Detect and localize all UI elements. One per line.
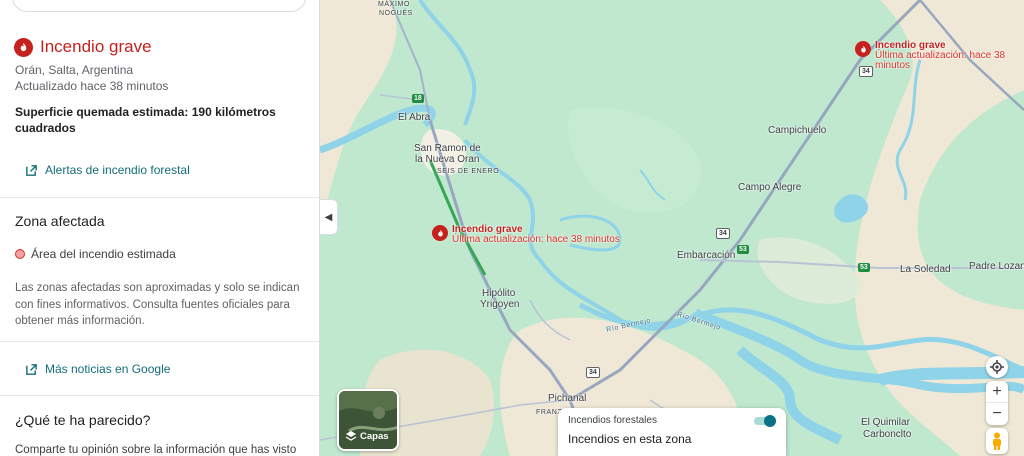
layers-label: Capas — [360, 430, 389, 442]
route-shield: 34 — [586, 367, 600, 378]
collapse-panel-button[interactable]: ◀ — [320, 199, 338, 235]
alerts-link-label: Alertas de incendio forestal — [45, 163, 190, 177]
place-label: Carbonclto — [863, 429, 912, 440]
place-label: Yrigoyen — [480, 299, 520, 310]
fire-marker[interactable]: Incendio grave Última actualización: hac… — [855, 41, 1024, 71]
place-label: Hipólito — [482, 288, 516, 299]
location-text: Orán, Salta, Argentina — [15, 63, 134, 77]
my-location-button[interactable] — [986, 356, 1008, 378]
place-label: El Quimilar — [861, 417, 910, 428]
place-label: El Abra — [398, 112, 431, 123]
feedback-title: ¿Qué te ha parecido? — [15, 412, 151, 428]
place-label: Embarcación — [677, 250, 736, 261]
legend-label: Área del incendio estimada — [31, 247, 176, 261]
news-link-label: Más noticias en Google — [45, 362, 171, 376]
wildfire-layer-card: Incendios forestales Incendios en esta z… — [558, 408, 786, 456]
locate-icon — [990, 360, 1004, 374]
feedback-text: Comparte tu opinión sobre la información… — [15, 444, 297, 456]
divider — [0, 395, 319, 396]
zoom-out-button[interactable]: − — [986, 403, 1008, 425]
divider — [0, 197, 319, 198]
panel-title: Incendio grave — [40, 37, 152, 56]
plus-icon: + — [992, 382, 1002, 400]
pegman-icon — [993, 432, 1001, 450]
updated-text: Actualizado hace 38 minutos — [15, 79, 169, 93]
place-label: la Nueva Oran — [415, 154, 480, 165]
route-shield: 53 — [737, 245, 749, 254]
place-label: Pichanal — [548, 393, 587, 404]
fire-icon — [14, 37, 33, 57]
layers-button[interactable]: Capas — [337, 389, 399, 451]
place-label: Padre Lozano — [969, 261, 1024, 272]
place-label: Campo Alegre — [738, 182, 802, 193]
wildfire-layer-toggle[interactable] — [754, 415, 776, 427]
place-label: La Soledad — [900, 264, 951, 275]
fire-area-swatch — [15, 249, 25, 259]
search-box[interactable] — [12, 0, 306, 12]
wildfire-layer-label: Incendios forestales — [568, 415, 657, 426]
zone-title: Zona afectada — [15, 213, 105, 229]
zoom-control: + − — [986, 381, 1008, 425]
external-link-icon — [26, 164, 37, 176]
zoom-in-button[interactable]: + — [986, 381, 1008, 403]
fire-icon — [432, 225, 448, 241]
layers-icon — [345, 431, 357, 441]
alerts-link[interactable]: Alertas de incendio forestal — [25, 163, 190, 177]
news-link[interactable]: Más noticias en Google — [25, 362, 170, 376]
satellite-thumbnail — [339, 391, 397, 449]
place-label: SEIS DE ENERO — [437, 168, 500, 175]
street-view-button[interactable] — [986, 428, 1008, 454]
place-panel: Incendio grave Orán, Salta, Argentina Ac… — [0, 0, 320, 456]
route-shield: 53 — [858, 263, 870, 272]
fires-in-area-link[interactable]: Incendios en esta zona — [568, 432, 691, 446]
minus-icon: − — [992, 405, 1002, 422]
fire-marker-subtitle: Última actualización: hace 38 minutos — [875, 50, 1006, 71]
chevron-left-icon: ◀ — [324, 211, 333, 223]
route-shield: 34 — [716, 228, 730, 239]
divider — [0, 341, 319, 342]
legend-row: Área del incendio estimada — [15, 247, 176, 261]
route-shield: 18 — [412, 94, 424, 103]
place-label: NOGUÉS — [379, 10, 413, 17]
fire-marker-subtitle: Última actualización: hace 38 minutos — [452, 234, 620, 245]
external-link-icon — [26, 363, 37, 375]
place-label: MÁXIMO — [378, 1, 410, 8]
place-label: Campichuelo — [768, 125, 827, 136]
map-canvas[interactable]: MÁXIMO NOGUÉS El Abra San Ramon de la Nu… — [320, 0, 1024, 456]
area-estimate: Superficie quemada estimada: 190 kilómet… — [15, 105, 276, 135]
fire-icon — [855, 41, 871, 57]
disclaimer-text: Las zonas afectadas son aproximadas y so… — [15, 282, 300, 327]
panel-title-row: Incendio grave — [14, 37, 152, 57]
place-label: San Ramon de — [414, 143, 481, 154]
fire-marker[interactable]: Incendio grave Última actualización: hac… — [432, 225, 620, 245]
